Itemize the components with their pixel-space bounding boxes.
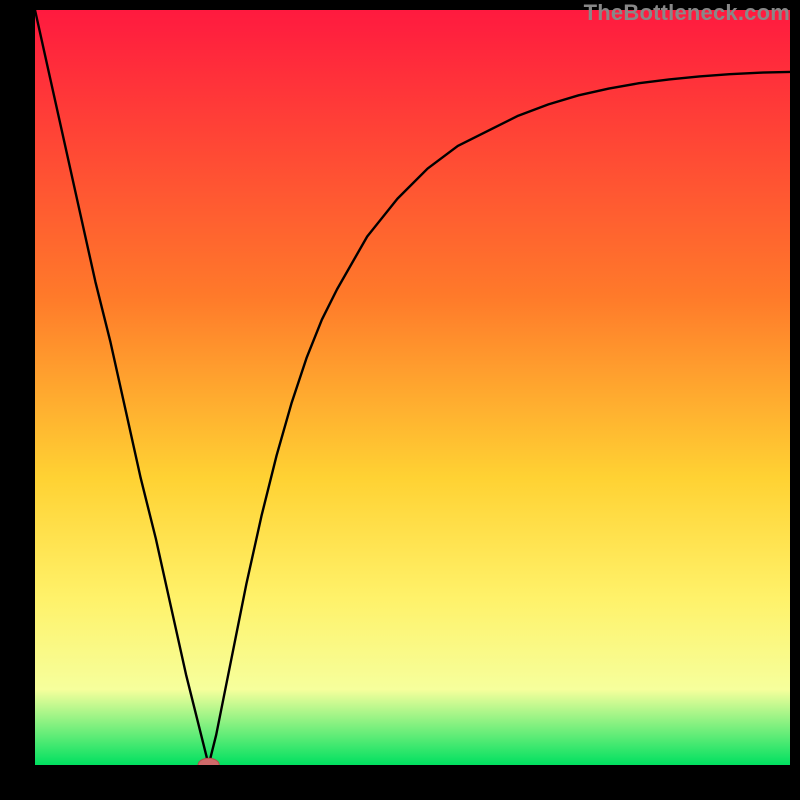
bottleneck-chart	[35, 10, 790, 765]
watermark-text: TheBottleneck.com	[584, 0, 790, 26]
gradient-background	[35, 10, 790, 765]
chart-frame	[35, 10, 790, 765]
